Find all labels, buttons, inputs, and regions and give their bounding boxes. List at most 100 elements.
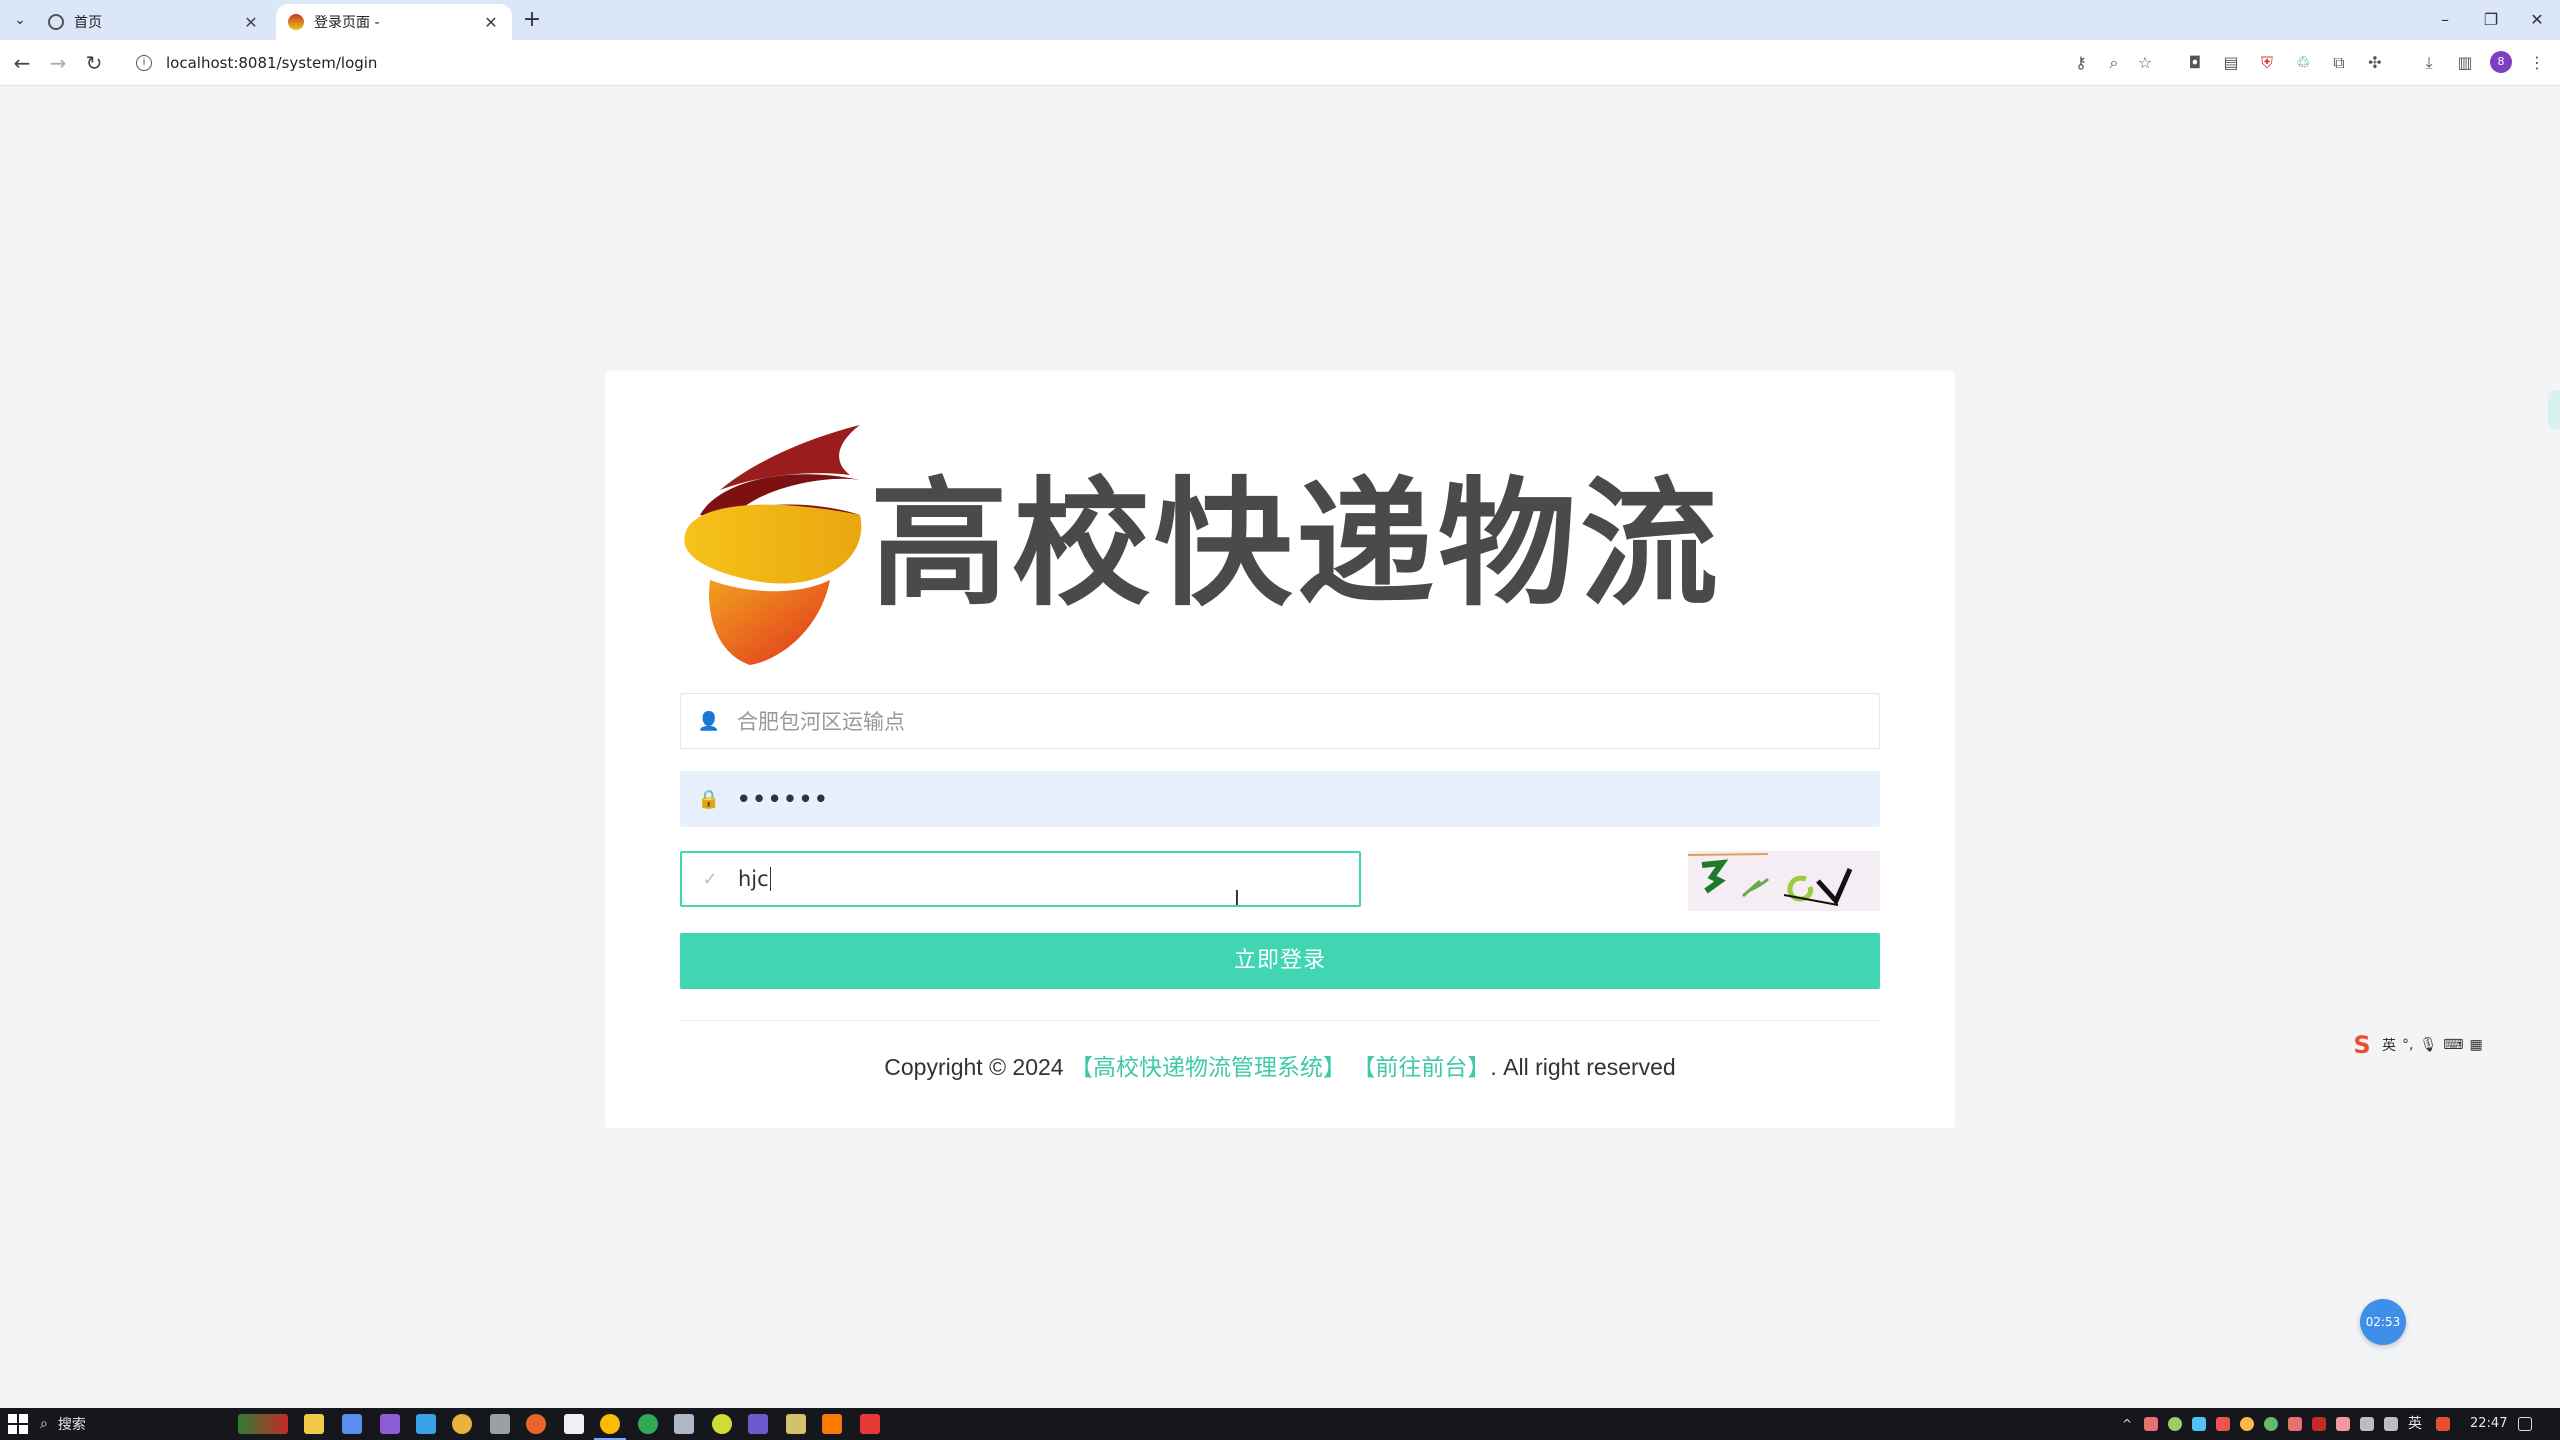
tab-home[interactable]: 首页 ✕ xyxy=(36,4,272,40)
profile-avatar[interactable]: 8 xyxy=(2490,51,2512,73)
lock-icon: 🔒 xyxy=(697,788,721,810)
address-toolbar: ← → ↻ i localhost:8081/system/login ⚷ ⌕ … xyxy=(0,40,2560,86)
download-icon[interactable]: ⤓ xyxy=(2418,52,2440,74)
tray-app-icon[interactable] xyxy=(2144,1417,2158,1431)
check-icon: ✓ xyxy=(702,868,718,890)
file-explorer-icon[interactable] xyxy=(304,1414,324,1434)
window-close-icon[interactable]: ✕ xyxy=(2514,0,2560,40)
password-value: •••••• xyxy=(737,787,830,811)
side-panel-icon[interactable]: ▥ xyxy=(2454,52,2476,74)
recycle-extension-icon[interactable]: ♲ xyxy=(2292,52,2314,74)
firefox-icon[interactable] xyxy=(526,1414,546,1434)
captcha-image[interactable] xyxy=(1688,851,1880,911)
extensions-puzzle-icon[interactable]: ✣ xyxy=(2364,52,2386,74)
close-icon[interactable]: ✕ xyxy=(482,13,500,32)
close-icon[interactable]: ✕ xyxy=(242,13,260,32)
settings-gear-icon[interactable] xyxy=(490,1414,510,1434)
rights-text: . All right reserved xyxy=(1490,1054,1676,1080)
footer: Copyright © 2024 【高校快递物流管理系统】 【前往前台】. Al… xyxy=(605,1048,1955,1082)
input-language[interactable]: 英 xyxy=(2408,1408,2422,1440)
app-blue-icon[interactable] xyxy=(416,1414,436,1434)
tray-app-icon[interactable] xyxy=(2336,1417,2350,1431)
sogou-tray-icon[interactable] xyxy=(2436,1417,2450,1431)
copy-extension-icon[interactable]: ⧉ xyxy=(2328,52,2350,74)
tab-title: 首页 xyxy=(74,15,102,31)
tray-expand-icon[interactable]: ^ xyxy=(2122,1417,2136,1431)
login-button[interactable]: 立即登录 xyxy=(680,933,1880,989)
logo-wordmark: 高校快递物流 xyxy=(870,464,1723,625)
network-icon[interactable] xyxy=(2360,1417,2374,1431)
key-icon[interactable]: ⚷ xyxy=(2070,52,2092,74)
volume-icon[interactable] xyxy=(2384,1417,2398,1431)
minimize-icon[interactable]: – xyxy=(2422,0,2468,40)
ime-punct[interactable]: °, xyxy=(2402,1037,2413,1053)
tray-app-icon[interactable] xyxy=(2168,1417,2182,1431)
chrome-icon[interactable] xyxy=(594,1414,626,1440)
camera-icon[interactable]: ◘ xyxy=(2184,52,2206,74)
back-arrow-icon[interactable]: ← xyxy=(8,49,36,77)
divider xyxy=(680,1020,1880,1021)
grid-menu-icon[interactable]: ▦ xyxy=(2469,1037,2482,1053)
shield-extension-icon[interactable]: ⛨ xyxy=(2256,52,2278,74)
text-caret xyxy=(769,867,771,891)
username-value: 合肥包河区运输点 xyxy=(737,710,905,734)
edge-tab-widget[interactable] xyxy=(2548,390,2560,430)
forward-arrow-icon[interactable]: → xyxy=(44,49,72,77)
tab-login[interactable]: 登录页面 - ✕ xyxy=(276,4,512,40)
copyright-text: Copyright © 2024 xyxy=(884,1054,1064,1080)
chrome-dev-icon[interactable] xyxy=(638,1414,658,1434)
app-purple-icon[interactable] xyxy=(380,1414,400,1434)
image-extension-icon[interactable]: ▤ xyxy=(2220,52,2242,74)
zoom-icon[interactable]: ⌕ xyxy=(2103,52,2125,74)
search-tool-icon[interactable] xyxy=(822,1414,842,1434)
tray-app-icon[interactable] xyxy=(2312,1417,2326,1431)
browser-tab-strip: ⌄ 首页 ✕ 登录页面 - ✕ + – ❐ ✕ xyxy=(0,0,2560,40)
url-text: localhost:8081/system/login xyxy=(166,54,378,72)
globe-icon xyxy=(48,14,64,30)
floating-timer[interactable]: 02:53 xyxy=(2360,1299,2406,1345)
tray-app-icon[interactable] xyxy=(2240,1417,2254,1431)
system-link[interactable]: 【高校快递物流管理系统】 xyxy=(1070,1054,1346,1080)
pepper-widget-icon[interactable] xyxy=(238,1414,288,1434)
notepad-icon[interactable] xyxy=(564,1414,584,1434)
user-icon: 👤 xyxy=(697,710,721,732)
clock[interactable]: 22:47 xyxy=(2470,1408,2507,1440)
url-bar[interactable]: i localhost:8081/system/login xyxy=(122,45,2192,81)
tray-app-icon[interactable] xyxy=(2216,1417,2230,1431)
restore-icon[interactable]: ❐ xyxy=(2468,0,2514,40)
new-tab-plus-icon[interactable]: + xyxy=(518,6,546,34)
search-icon: ⌕ xyxy=(40,1416,48,1432)
site-info-icon[interactable]: i xyxy=(136,55,152,71)
wechat-icon[interactable] xyxy=(2264,1417,2278,1431)
kebab-menu-icon[interactable]: ⋮ xyxy=(2526,52,2548,74)
captcha-field[interactable]: ✓ hjc xyxy=(680,851,1361,907)
ime-mode[interactable]: 英 xyxy=(2382,1035,2396,1055)
ime-toolbar: S 英 °, 🎙 ⌨ ▦ xyxy=(2348,1030,2482,1060)
username-field[interactable]: 👤 合肥包河区运输点 xyxy=(680,693,1880,749)
remote-desktop-icon[interactable] xyxy=(674,1414,694,1434)
intellij-icon[interactable] xyxy=(748,1414,768,1434)
microphone-icon[interactable]: 🎙 xyxy=(2419,1037,2437,1053)
captcha-input-value: hjc xyxy=(738,867,769,891)
frontend-link[interactable]: 【前往前台】 xyxy=(1352,1054,1490,1080)
tray-app-icon[interactable] xyxy=(2288,1417,2302,1431)
keyboard-icon[interactable]: ⌨ xyxy=(2443,1037,2463,1053)
tab-search-chevron-icon[interactable]: ⌄ xyxy=(8,8,32,32)
tray-app-icon[interactable] xyxy=(2192,1417,2206,1431)
taskbar: ⌕ 搜索 ^ 英 22:47 xyxy=(0,1408,2560,1440)
tab-title: 登录页面 - xyxy=(314,15,380,31)
password-field[interactable]: 🔒 •••••• xyxy=(680,771,1880,827)
ibeam-cursor-icon: Ⅰ xyxy=(1234,886,1240,910)
app-lime-icon[interactable] xyxy=(712,1414,732,1434)
search-label: 搜索 xyxy=(57,1417,86,1433)
notes-icon[interactable] xyxy=(786,1414,806,1434)
notification-icon[interactable] xyxy=(2518,1417,2532,1431)
store-icon[interactable] xyxy=(342,1414,362,1434)
star-icon[interactable]: ☆ xyxy=(2134,52,2156,74)
reload-icon[interactable]: ↻ xyxy=(80,49,108,77)
app-red-icon[interactable] xyxy=(860,1414,880,1434)
site-logo-icon xyxy=(288,14,304,30)
chrome-alt-icon[interactable] xyxy=(452,1414,472,1434)
sogou-ime-icon[interactable]: S xyxy=(2348,1031,2376,1059)
windows-start-icon[interactable] xyxy=(8,1414,28,1434)
